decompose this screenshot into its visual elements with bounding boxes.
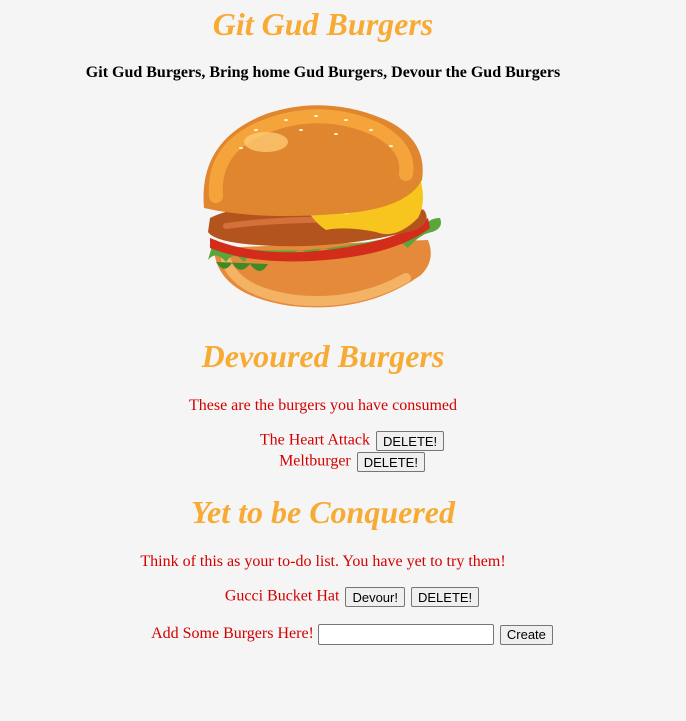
devoured-item: Meltburger DELETE! (0, 452, 686, 472)
burger-icon (203, 105, 441, 308)
create-button[interactable]: Create (499, 624, 553, 645)
devour-button[interactable]: Devour! (345, 587, 405, 607)
delete-button[interactable]: DELETE! (356, 452, 425, 472)
todo-description: Think of this as your to-do list. You ha… (140, 553, 506, 570)
burger-name: The Heart Attack (259, 431, 370, 449)
burger-name: Meltburger (279, 452, 351, 470)
tagline: Git Gud Burgers, Bring home Gud Burgers,… (85, 64, 561, 81)
burger-illustration (196, 100, 446, 314)
todo-item: Gucci Bucket Hat Devour! DELETE! (0, 587, 686, 607)
add-burger-label: Add Some Burgers Here! (151, 625, 314, 643)
burger-name-input[interactable] (317, 624, 494, 645)
add-burger-form: Add Some Burgers Here! Create (0, 624, 686, 645)
devoured-item: The Heart Attack DELETE! (0, 431, 686, 451)
delete-button[interactable]: DELETE! (375, 431, 445, 451)
devoured-section-title: Devoured Burgers (201, 338, 445, 374)
burger-name: Gucci Bucket Hat (224, 587, 340, 605)
todo-section-title: Yet to be Conquered (191, 494, 455, 530)
page: Git Gud Burgers Git Gud Burgers, Bring h… (0, 0, 686, 721)
delete-button[interactable]: DELETE! (410, 587, 480, 607)
site-title: Git Gud Burgers (212, 6, 434, 42)
devoured-description: These are the burgers you have consumed (188, 397, 458, 414)
